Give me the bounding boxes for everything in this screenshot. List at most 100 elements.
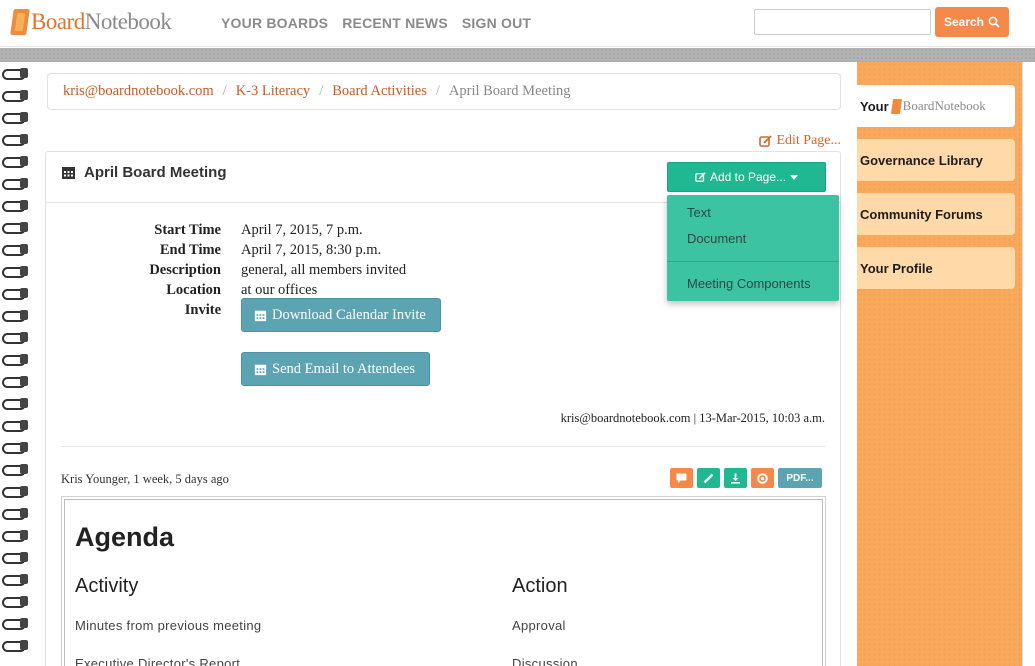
sidebar-your-label: Your [860, 98, 889, 114]
sidebar-item-your-profile[interactable]: Your Profile [857, 247, 1015, 289]
agenda-frame: Agenda Activity Action Minutes from prev… [64, 499, 823, 666]
end-time-label: End Time [159, 242, 221, 258]
sidebar-edge [1022, 62, 1035, 666]
breadcrumb: kris@boardnotebook.com / K-3 Literacy / … [47, 73, 841, 110]
agenda-cell: Approval [512, 618, 566, 633]
agenda-document: Agenda Activity Action Minutes from prev… [61, 496, 826, 666]
spiral-coil [2, 156, 30, 168]
breadcrumb-link-board[interactable]: K-3 Literacy [236, 83, 310, 100]
send-email-attendees-button[interactable]: Send Email to Attendees [241, 352, 430, 386]
description-value: general, all members invited [241, 262, 407, 278]
agenda-column-header: Action [512, 575, 568, 597]
sidebar-item-your-boardnotebook[interactable]: Your BoardNotebook [857, 85, 1015, 127]
agenda-cell: Executive Director's Report [75, 656, 241, 666]
end-time-value: April 7, 2015, 8:30 p.m. [241, 242, 382, 258]
breadcrumb-separator: / [435, 83, 440, 99]
logo-suffix: Notebook [84, 9, 172, 34]
logo-prefix: Board [31, 9, 85, 34]
breadcrumb-separator: / [319, 83, 324, 99]
add-to-page-button[interactable]: Add to Page... [667, 162, 826, 192]
invite-label: Invite [184, 302, 221, 318]
comment-icon [676, 473, 687, 483]
brand-logo[interactable]: BoardNotebook [10, 9, 172, 35]
edit-post-button[interactable] [697, 468, 720, 488]
description-label: Description [149, 262, 221, 278]
calendar-icon [62, 167, 75, 179]
sidebar-item-community-forums[interactable]: Community Forums [857, 193, 1015, 235]
nav-recent-news[interactable]: RECENT NEWS [342, 15, 448, 31]
location-value: at our offices [241, 282, 318, 298]
spiral-coil [2, 266, 30, 278]
calendar-icon [254, 364, 267, 375]
agenda-column-header: Activity [75, 575, 139, 597]
notebook-spiral-binding [0, 62, 32, 666]
nav-sign-out[interactable]: SIGN OUT [462, 15, 531, 31]
post-author-line: Kris Younger, 1 week, 5 days ago [61, 472, 229, 486]
nav-your-boards[interactable]: YOUR BOARDS [221, 15, 328, 31]
spiral-coil [2, 596, 30, 608]
spiral-coil [2, 288, 30, 300]
search-input[interactable] [754, 9, 931, 35]
edit-icon [695, 171, 706, 182]
lifebuoy-icon [757, 472, 768, 484]
spiral-coil [2, 464, 30, 476]
spiral-coil [2, 420, 30, 432]
edit-page-link[interactable]: Edit Page... [759, 133, 841, 149]
mini-logo-prefix: Board [902, 98, 935, 113]
spiral-coil [2, 508, 30, 520]
edit-icon [759, 134, 773, 147]
spiral-coil [2, 486, 30, 498]
spiral-coil [2, 530, 30, 542]
spiral-coil [2, 90, 30, 102]
download-icon [731, 473, 740, 484]
agenda-title: Agenda [75, 522, 175, 552]
spiral-coil [2, 222, 30, 234]
sidebar-item-governance-library[interactable]: Governance Library [857, 139, 1015, 181]
top-navbar: BoardNotebook YOUR BOARDS RECENT NEWS SI… [0, 0, 1035, 47]
dropdown-divider [667, 261, 839, 262]
spiral-coil [2, 244, 30, 256]
pdf-button[interactable]: PDF... [778, 468, 822, 488]
start-time-label: Start Time [154, 222, 221, 238]
send-email-attendees-label: Send Email to Attendees [272, 360, 415, 377]
dropdown-item-document[interactable]: Document [687, 231, 746, 246]
comment-button[interactable] [670, 468, 693, 488]
add-to-page-label: Add to Page... [709, 170, 787, 184]
download-button[interactable] [724, 468, 747, 488]
main-nav: YOUR BOARDS RECENT NEWS SIGN OUT [221, 15, 531, 31]
spiral-coil [2, 618, 30, 630]
search-icon [988, 16, 1000, 28]
panel-title: April Board Meeting [61, 164, 227, 181]
start-time-value: April 7, 2015, 7 p.m. [241, 222, 363, 238]
mini-logo-suffix: Notebook [934, 98, 986, 113]
dropdown-item-meeting-components[interactable]: Meeting Components [687, 276, 811, 291]
brand-mini-logo: BoardNotebook [890, 98, 986, 114]
search-button-label: Search [943, 15, 985, 29]
breadcrumb-separator: / [222, 83, 227, 99]
spiral-coil [2, 332, 30, 344]
agenda-cell: Discussion [512, 656, 578, 666]
spiral-coil [2, 310, 30, 322]
spiral-coil [2, 552, 30, 564]
notebook-logo-icon [890, 98, 902, 114]
panel-title-text: April Board Meeting [84, 164, 227, 181]
calendar-icon [254, 310, 267, 321]
dropdown-item-text[interactable]: Text [687, 205, 711, 220]
spiral-coil [2, 398, 30, 410]
download-calendar-invite-label: Download Calendar Invite [272, 306, 426, 323]
notebook-page: kris@boardnotebook.com / K-3 Literacy / … [32, 62, 852, 666]
breadcrumb-link-activities[interactable]: Board Activities [332, 83, 427, 100]
caret-down-icon [790, 174, 799, 180]
location-label: Location [166, 282, 221, 298]
download-calendar-invite-button[interactable]: Download Calendar Invite [241, 298, 441, 332]
spiral-coil [2, 112, 30, 124]
spiral-coil [2, 68, 30, 80]
notebook-logo-icon [10, 9, 30, 35]
help-button[interactable] [751, 468, 774, 488]
spiral-coil [2, 354, 30, 366]
spiral-coil [2, 574, 30, 586]
spiral-coil [2, 200, 30, 212]
right-sidebar: Your BoardNotebook Governance Library Co… [857, 62, 1022, 666]
search-button[interactable]: Search [935, 7, 1009, 37]
breadcrumb-link-account[interactable]: kris@boardnotebook.com [63, 83, 214, 100]
